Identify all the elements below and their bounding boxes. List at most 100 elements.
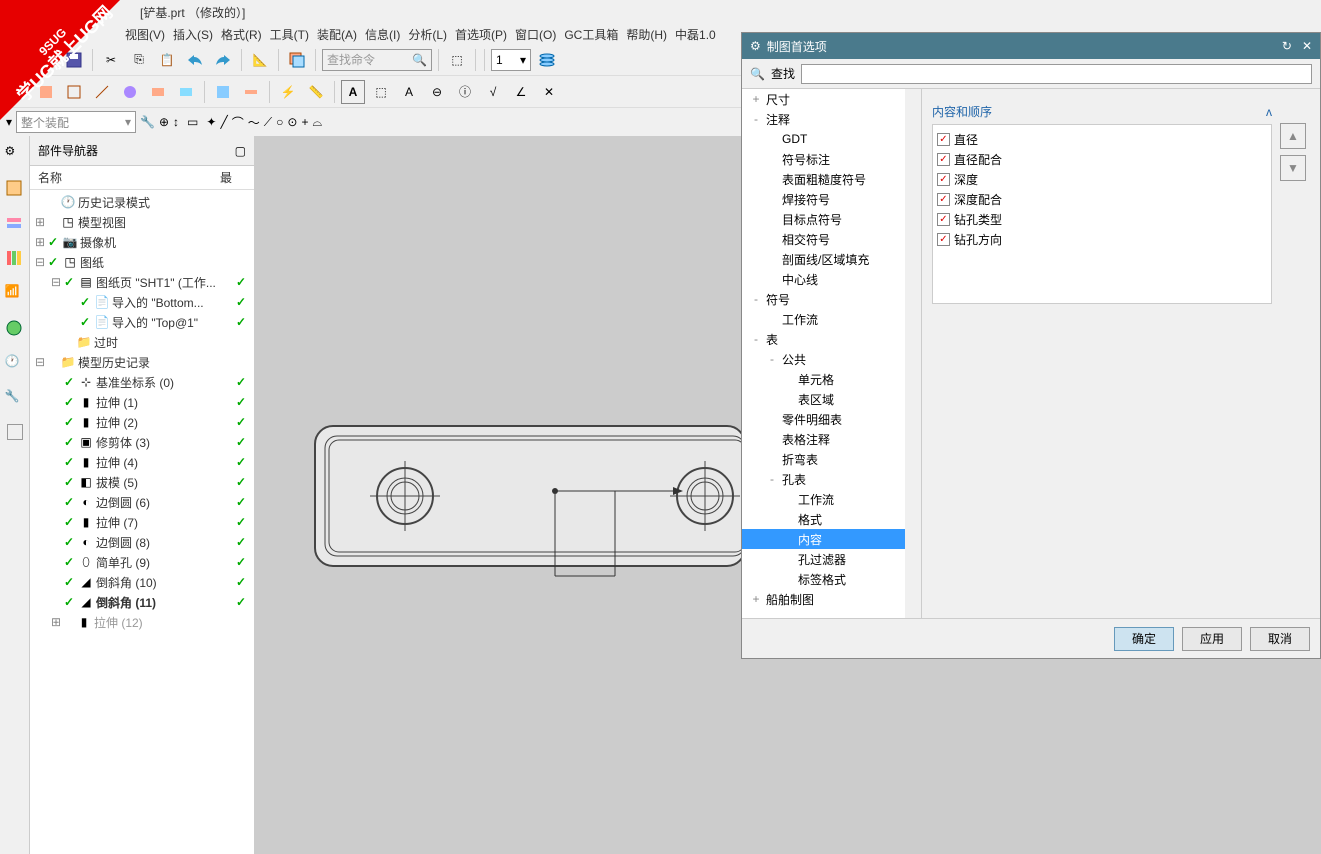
- assembly-combo[interactable]: 整个装配▾: [16, 111, 136, 133]
- menu-item[interactable]: GC工具箱: [564, 26, 618, 43]
- tool-e-icon[interactable]: [118, 80, 142, 104]
- cancel-button[interactable]: 取消: [1250, 627, 1310, 651]
- dialog-tree-item[interactable]: 焊接符号: [742, 189, 921, 209]
- select-icon[interactable]: ⬚: [445, 48, 469, 72]
- checkbox-icon[interactable]: ✓: [937, 213, 950, 226]
- t3-dot-icon[interactable]: ⊙: [287, 115, 297, 129]
- dialog-tree-item[interactable]: +尺寸: [742, 89, 921, 109]
- reset-icon[interactable]: ↻: [1282, 39, 1292, 53]
- paste-icon[interactable]: 📋: [155, 48, 179, 72]
- open-icon[interactable]: [34, 48, 58, 72]
- checkbox-icon[interactable]: ✓: [937, 173, 950, 186]
- tree-item[interactable]: ✓▮拉伸 (1)✓: [30, 392, 254, 412]
- expand-icon[interactable]: ⊞: [34, 235, 46, 249]
- checklist-row[interactable]: ✓深度: [937, 169, 1267, 189]
- tree-item[interactable]: ⊟✓▤图纸页 "SHT1" (工作...✓: [30, 272, 254, 292]
- stack-icon[interactable]: [535, 48, 559, 72]
- menu-item[interactable]: 格式(R): [221, 26, 262, 43]
- dialog-tree-item[interactable]: 内容: [742, 529, 921, 549]
- tree-item[interactable]: ✓⬯简单孔 (9)✓: [30, 552, 254, 572]
- expand-icon[interactable]: +: [750, 592, 762, 606]
- dialog-tree-item[interactable]: -孔表: [742, 469, 921, 489]
- expand-icon[interactable]: ⊟: [34, 255, 46, 269]
- expand-icon[interactable]: -: [750, 112, 762, 126]
- sqrt-icon[interactable]: √: [481, 80, 505, 104]
- checklist-row[interactable]: ✓钻孔类型: [937, 209, 1267, 229]
- tree-item[interactable]: ⊞✓📷摄像机: [30, 232, 254, 252]
- apply-button[interactable]: 应用: [1182, 627, 1242, 651]
- dialog-tree-item[interactable]: GDT: [742, 129, 921, 149]
- globe-icon[interactable]: [5, 319, 25, 339]
- close-icon[interactable]: ✕: [1302, 39, 1312, 53]
- dialog-tree-item[interactable]: 工作流: [742, 309, 921, 329]
- dialog-tree-item[interactable]: 孔过滤器: [742, 549, 921, 569]
- undo-icon[interactable]: [183, 48, 207, 72]
- dialog-tree-item[interactable]: 相交符号: [742, 229, 921, 249]
- zoom-out-icon[interactable]: ⊖: [425, 80, 449, 104]
- tool-l-icon[interactable]: ⬚: [369, 80, 393, 104]
- dialog-tree-item[interactable]: 剖面线/区域填充: [742, 249, 921, 269]
- tree-item[interactable]: ✓◢倒斜角 (10)✓: [30, 572, 254, 592]
- tree-item[interactable]: ⊟✓◳图纸: [30, 252, 254, 272]
- dialog-tree-item[interactable]: -表: [742, 329, 921, 349]
- t3-c-icon[interactable]: ⊕: [159, 115, 169, 129]
- collapse-icon[interactable]: ʌ: [1266, 105, 1272, 119]
- t3-rect-icon[interactable]: ▭: [187, 115, 198, 129]
- t3-d-icon[interactable]: ↕: [173, 115, 179, 129]
- menu-item[interactable]: 帮助(H): [626, 26, 667, 43]
- text-a2-icon[interactable]: A: [397, 80, 421, 104]
- tree-item[interactable]: ✓📄导入的 "Bottom...✓: [30, 292, 254, 312]
- tool-j-icon[interactable]: ⚡: [276, 80, 300, 104]
- checkbox-icon[interactable]: ✓: [937, 153, 950, 166]
- scrollbar[interactable]: [905, 89, 921, 618]
- dialog-tree-item[interactable]: 格式: [742, 509, 921, 529]
- tool-c-icon[interactable]: [62, 80, 86, 104]
- command-search[interactable]: 查找命令🔍: [322, 49, 432, 71]
- checkbox-icon[interactable]: ✓: [937, 233, 950, 246]
- menu-item[interactable]: 窗口(O): [515, 26, 556, 43]
- dialog-tree-item[interactable]: 单元格: [742, 369, 921, 389]
- dialog-tree-item[interactable]: 标签格式: [742, 569, 921, 589]
- expand-icon[interactable]: -: [750, 292, 762, 306]
- nav-box-icon[interactable]: ▢: [235, 144, 246, 158]
- tool-i-icon[interactable]: [239, 80, 263, 104]
- t3-e-icon[interactable]: ✦: [206, 115, 216, 129]
- dialog-tree-item[interactable]: 工作流: [742, 489, 921, 509]
- measure-icon[interactable]: 📐: [248, 48, 272, 72]
- copy-icon[interactable]: ⎘: [127, 48, 151, 72]
- tool-a-icon[interactable]: [6, 80, 30, 104]
- text-a-icon[interactable]: A: [341, 80, 365, 104]
- t3-circ-icon[interactable]: ○: [276, 115, 283, 129]
- tool-f-icon[interactable]: [146, 80, 170, 104]
- tree-item[interactable]: ✓◐边倒圆 (6)✓: [30, 492, 254, 512]
- checklist-row[interactable]: ✓直径配合: [937, 149, 1267, 169]
- dialog-tree-item[interactable]: 表格注释: [742, 429, 921, 449]
- menu-item[interactable]: 插入(S): [173, 26, 213, 43]
- tool-d-icon[interactable]: [90, 80, 114, 104]
- tree-item[interactable]: ⊟📁模型历史记录: [30, 352, 254, 372]
- tree-item[interactable]: ✓◐边倒圆 (8)✓: [30, 532, 254, 552]
- checkbox-icon[interactable]: ✓: [937, 133, 950, 146]
- t3-ang-icon[interactable]: ⟋: [264, 115, 272, 130]
- dialog-search-input[interactable]: [801, 64, 1312, 84]
- move-down-button[interactable]: ▼: [1280, 155, 1306, 181]
- wrench-icon[interactable]: 🔧: [5, 389, 25, 409]
- redo-icon[interactable]: [211, 48, 235, 72]
- menu-item[interactable]: 中磊1.0: [675, 26, 716, 43]
- tree-item[interactable]: ⊞◳模型视图: [30, 212, 254, 232]
- disk-icon[interactable]: [62, 48, 86, 72]
- ok-button[interactable]: 确定: [1114, 627, 1174, 651]
- page-number[interactable]: 1▾: [491, 49, 531, 71]
- dialog-tree-item[interactable]: 零件明细表: [742, 409, 921, 429]
- angle-icon[interactable]: ∠: [509, 80, 533, 104]
- dialog-tree-item[interactable]: +船舶制图: [742, 589, 921, 609]
- tree-item[interactable]: ✓▮拉伸 (2)✓: [30, 412, 254, 432]
- tree-item[interactable]: ✓▣修剪体 (3)✓: [30, 432, 254, 452]
- tree-item[interactable]: ✓◧拔模 (5)✓: [30, 472, 254, 492]
- expand-icon[interactable]: ⊟: [50, 275, 62, 289]
- blank-icon[interactable]: [7, 424, 23, 440]
- tree-item[interactable]: ✓⊹基准坐标系 (0)✓: [30, 372, 254, 392]
- dialog-tree-item[interactable]: 表区域: [742, 389, 921, 409]
- expand-icon[interactable]: +: [750, 92, 762, 106]
- dialog-tree-item[interactable]: 表面粗糙度符号: [742, 169, 921, 189]
